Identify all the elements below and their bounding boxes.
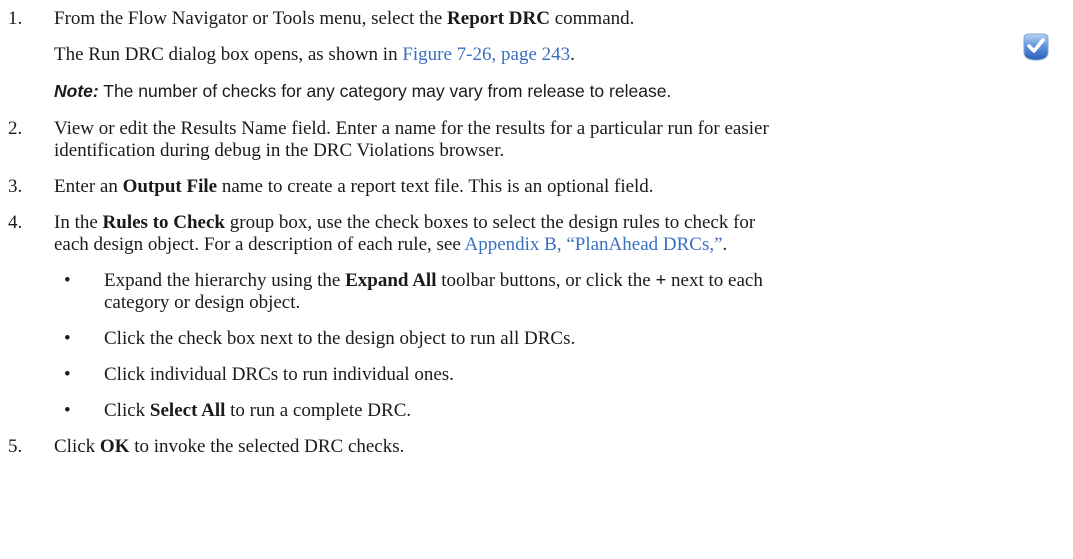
step-number: 2. — [8, 118, 23, 139]
note-label: Note: — [54, 81, 99, 101]
figure-link[interactable]: Figure 7-26, page 243 — [402, 44, 570, 65]
button-name: Expand All — [345, 270, 437, 291]
note: Note: The number of checks for any categ… — [54, 80, 671, 102]
step-4-continued: each design object. For a description of… — [54, 234, 728, 255]
step-text: command. — [549, 8, 635, 29]
field-name: Output File — [122, 176, 218, 197]
group-box-name: Rules to Check — [102, 212, 225, 233]
step-number: 3. — [8, 176, 23, 197]
report-drc-check-icon — [1023, 33, 1049, 61]
step-number: 5. — [8, 436, 23, 457]
step-2-continued: identification during debug in the DRC V… — [54, 140, 505, 161]
note-text: The number of checks for any category ma… — [98, 81, 672, 101]
step-text: From the Flow Navigator or Tools menu, s… — [54, 8, 448, 29]
bullet-icon: • — [64, 400, 71, 421]
document-page: 1. From the Flow Navigator or Tools menu… — [0, 0, 1073, 559]
bullet-icon: • — [64, 270, 71, 291]
command-name: Report DRC — [447, 8, 550, 29]
bullet-icon: • — [64, 328, 71, 349]
button-name: OK — [99, 436, 130, 457]
step-number: 1. — [8, 8, 23, 29]
step-number: 4. — [8, 212, 23, 233]
step-text: View or edit the Results Name field. Ent… — [54, 118, 769, 139]
button-name: Select All — [149, 400, 226, 421]
appendix-link[interactable]: Appendix B, “PlanAhead DRCs,” — [464, 234, 722, 255]
step-1-followup: The Run DRC dialog box opens, as shown i… — [54, 44, 575, 65]
bullet-icon: • — [64, 364, 71, 385]
